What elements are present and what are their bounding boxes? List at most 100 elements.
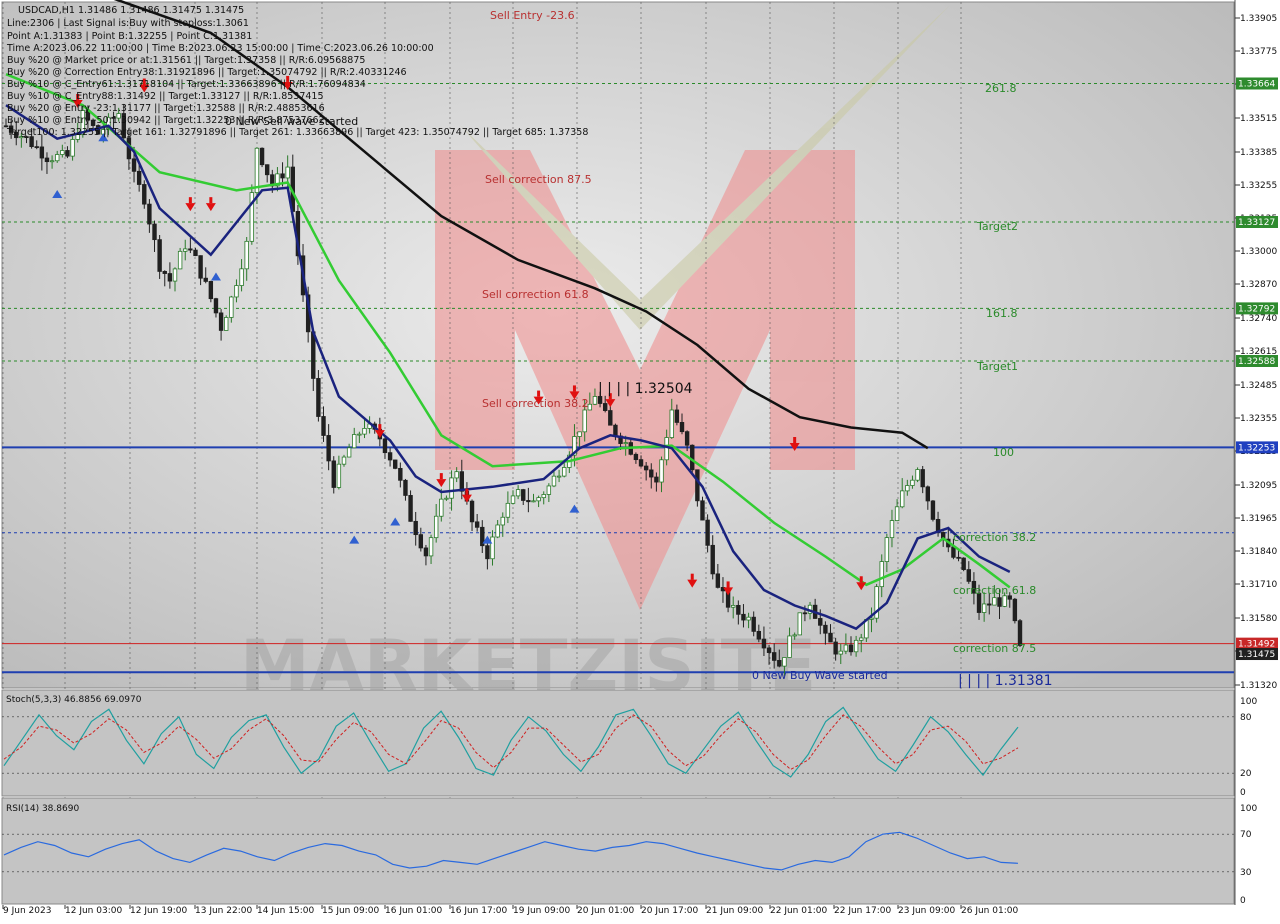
level-1618-label: 161.8 bbox=[986, 307, 1018, 320]
candle-body bbox=[905, 485, 910, 492]
candle-body bbox=[316, 378, 321, 417]
candle-body bbox=[910, 479, 915, 486]
time-tick-label: 20 Jun 01:00 bbox=[577, 906, 634, 916]
candle-body bbox=[433, 515, 439, 539]
candle-body bbox=[157, 239, 162, 272]
rsi-tick-label: 70 bbox=[1240, 830, 1252, 840]
price-tick-label: 1.31710 bbox=[1240, 580, 1277, 590]
candle-body bbox=[915, 469, 920, 481]
time-tick-label: 14 Jun 15:00 bbox=[257, 906, 314, 916]
time-tick-label: 12 Jun 03:00 bbox=[65, 906, 122, 916]
candle-body bbox=[29, 136, 34, 148]
candle-body bbox=[326, 435, 331, 462]
candle-body bbox=[259, 147, 265, 166]
candle-body bbox=[393, 459, 398, 469]
candle-body bbox=[597, 396, 603, 404]
candle-body bbox=[208, 281, 214, 300]
candle-body bbox=[490, 536, 495, 560]
candle-body bbox=[695, 469, 700, 502]
sell-arrow-stem bbox=[378, 424, 382, 431]
stoch-plot-area bbox=[1, 689, 1235, 797]
candle-body bbox=[55, 154, 60, 162]
stoch-tick-label: 0 bbox=[1240, 788, 1246, 798]
current-price-label: 1.31475 bbox=[1238, 650, 1275, 660]
correction-875-label: correction 87.5 bbox=[953, 642, 1036, 655]
candle-body bbox=[218, 312, 224, 331]
info-line-1: Line:2306 | Last Signal is:Buy with stop… bbox=[7, 18, 249, 29]
price-tick-label: 1.31320 bbox=[1240, 681, 1277, 691]
time-tick-label: 22 Jun 01:00 bbox=[770, 906, 827, 916]
candle-body bbox=[382, 438, 388, 454]
candle-body bbox=[828, 632, 833, 643]
candle-body bbox=[541, 494, 546, 499]
candle-body bbox=[659, 459, 664, 483]
sell-correction-875-label: Sell correction 87.5 bbox=[485, 173, 592, 186]
candle-body bbox=[731, 604, 736, 608]
candle-body bbox=[474, 521, 480, 528]
candle-body bbox=[162, 271, 167, 274]
candle-body bbox=[853, 639, 859, 653]
candle-body bbox=[280, 173, 285, 179]
candle-body bbox=[188, 248, 193, 251]
time-tick-label: 19 Jun 09:00 bbox=[513, 906, 570, 916]
candle-body bbox=[193, 249, 198, 257]
candle-body bbox=[285, 166, 290, 179]
candle-body bbox=[167, 273, 173, 282]
candle-body bbox=[331, 460, 336, 488]
candle-body bbox=[582, 409, 587, 433]
sell-arrow-stem bbox=[690, 573, 694, 580]
time-tick-label: 13 Jun 22:00 bbox=[195, 906, 252, 916]
candle-body bbox=[792, 634, 797, 637]
candle-body bbox=[444, 497, 449, 500]
sell-arrow-stem bbox=[209, 197, 213, 204]
candle-body bbox=[1002, 595, 1007, 607]
info-line-6: Buy %10 @ C_Entry61:1.31718104 || Target… bbox=[7, 79, 366, 90]
candle-body bbox=[229, 296, 234, 318]
candle-body bbox=[136, 170, 142, 185]
time-tick-label: 9 Jun 2023 bbox=[3, 906, 51, 916]
sell-arrow-stem bbox=[572, 385, 576, 392]
candle-body bbox=[403, 479, 408, 496]
time-tick-label: 16 Jun 17:00 bbox=[450, 906, 507, 916]
candle-body bbox=[398, 467, 403, 481]
candle-body bbox=[362, 427, 367, 435]
target1-label: Target1 bbox=[976, 360, 1018, 373]
candle-body bbox=[244, 240, 249, 270]
sell-arrow-stem bbox=[188, 197, 192, 204]
price-level-badge-label: 1.32588 bbox=[1238, 357, 1275, 367]
candle-body bbox=[613, 424, 618, 437]
candle-body bbox=[321, 416, 326, 436]
candle-body bbox=[674, 409, 680, 423]
candle-body bbox=[44, 157, 50, 163]
stoch-tick-label: 80 bbox=[1240, 713, 1252, 723]
candle-body bbox=[823, 624, 828, 634]
candle-body bbox=[459, 471, 464, 492]
info-line-5: Buy %20 @ Correction Entry38:1.31921896 … bbox=[7, 67, 407, 78]
price-tick-label: 1.33255 bbox=[1240, 181, 1277, 191]
candle-body bbox=[797, 612, 802, 636]
price-tick-label: 1.33775 bbox=[1240, 47, 1277, 57]
level-2618-label: 261.8 bbox=[985, 82, 1017, 95]
candle-body bbox=[649, 469, 654, 478]
time-tick-label: 20 Jun 17:00 bbox=[641, 906, 698, 916]
candle-body bbox=[818, 618, 823, 626]
price-level-badge-label: 1.32253 bbox=[1238, 443, 1275, 453]
candle-body bbox=[439, 498, 444, 517]
candle-body bbox=[633, 453, 639, 461]
time-tick-label: 12 Jun 19:00 bbox=[130, 906, 187, 916]
candle-body bbox=[664, 437, 669, 461]
candle-body bbox=[346, 447, 352, 458]
candle-body bbox=[562, 467, 567, 477]
candle-body bbox=[951, 546, 956, 558]
candle-body bbox=[638, 459, 644, 467]
candle-body bbox=[884, 537, 890, 562]
candle-body bbox=[751, 616, 756, 632]
stoch-tick-label: 20 bbox=[1240, 769, 1252, 779]
candle-body bbox=[900, 490, 905, 508]
candle-body bbox=[802, 612, 808, 615]
candle-body bbox=[577, 431, 582, 437]
candle-body bbox=[131, 158, 137, 172]
candle-body bbox=[741, 613, 746, 621]
candle-body bbox=[761, 638, 767, 649]
price-tick-label: 1.33905 bbox=[1240, 14, 1277, 24]
